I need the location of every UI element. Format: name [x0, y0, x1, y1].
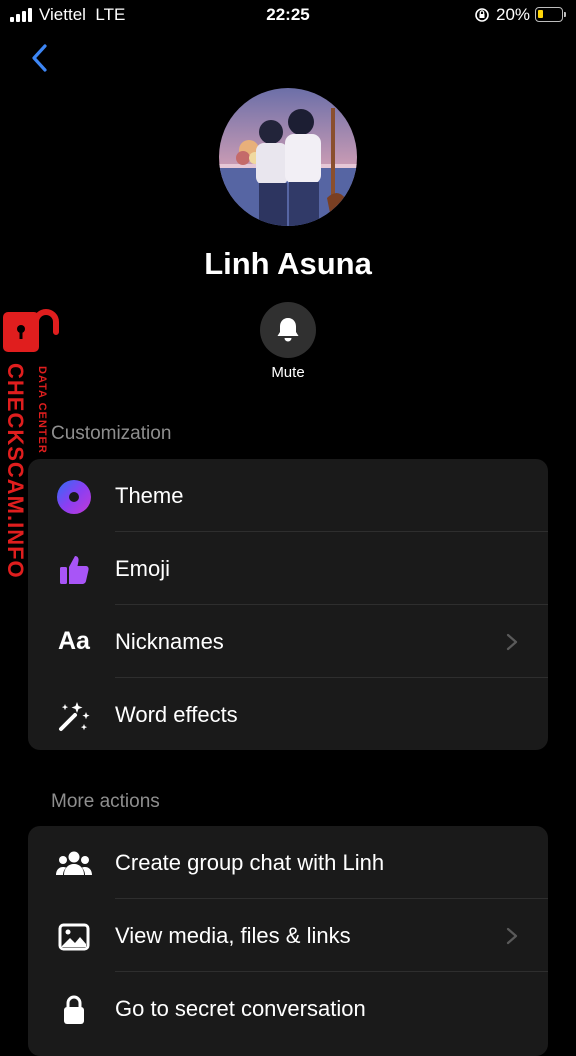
secret-conversation-row[interactable]: Go to secret conversation — [28, 972, 548, 1045]
status-bar: Viettel LTE 22:25 20% — [0, 0, 576, 30]
customization-card: Theme Emoji Aa Nicknames Word effects — [28, 459, 548, 750]
emoji-label: Emoji — [115, 556, 171, 581]
mute-label: Mute — [271, 364, 305, 381]
watermark-text: CHECKSCAM.INFO — [3, 363, 28, 579]
create-group-row[interactable]: Create group chat with Linh — [28, 826, 548, 899]
bell-icon — [277, 318, 299, 342]
battery-percent: 20% — [496, 5, 531, 24]
view-media-row[interactable]: View media, files & links — [28, 899, 548, 972]
watermark-subtext: DATA CENTER — [36, 366, 48, 454]
word-effects-row[interactable]: Word effects — [28, 678, 548, 750]
chevron-right-icon — [506, 633, 518, 651]
profile-name: Linh Asuna — [204, 246, 372, 281]
lock-icon — [64, 995, 84, 1024]
chevron-right-icon — [506, 927, 518, 945]
avatar[interactable] — [219, 88, 357, 226]
nicknames-row[interactable]: Aa Nicknames — [28, 605, 548, 678]
secret-conversation-label: Go to secret conversation — [115, 996, 366, 1021]
emoji-row[interactable]: Emoji — [28, 532, 548, 605]
mute-button[interactable] — [260, 302, 316, 358]
watermark: CHECKSCAM.INFO DATA CENTER — [0, 308, 64, 593]
rotation-lock-icon — [475, 8, 489, 22]
nicknames-label: Nicknames — [115, 629, 224, 654]
view-media-label: View media, files & links — [115, 923, 351, 948]
create-group-label: Create group chat with Linh — [115, 850, 385, 875]
section-title-customization: Customization — [51, 423, 172, 444]
word-effects-label: Word effects — [115, 702, 238, 727]
image-icon — [58, 923, 90, 951]
battery-icon — [535, 7, 563, 22]
back-chevron-icon[interactable] — [28, 42, 52, 74]
more-actions-card: Create group chat with Linh View media, … — [28, 826, 548, 1056]
theme-row[interactable]: Theme — [28, 459, 548, 532]
nicknames-icon: Aa — [58, 627, 90, 655]
theme-label: Theme — [115, 483, 184, 508]
section-title-more-actions: More actions — [51, 791, 160, 812]
avatar-illustration — [219, 88, 357, 226]
group-icon — [56, 851, 92, 875]
magic-wand-icon — [59, 702, 90, 731]
